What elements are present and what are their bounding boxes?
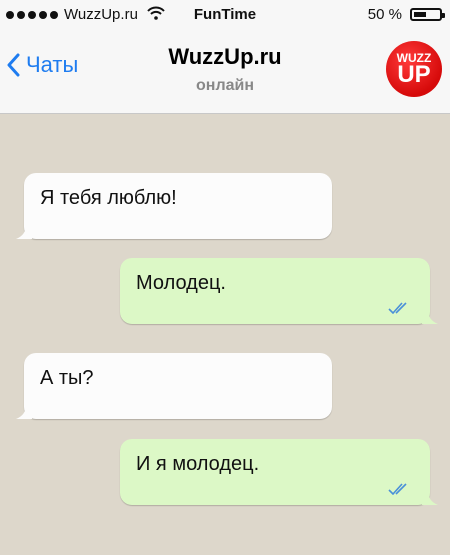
battery-percent: 50 % xyxy=(367,6,402,23)
message-text: И я молодец. xyxy=(136,453,260,475)
message-bubble-incoming[interactable]: Я тебя люблю! xyxy=(16,173,332,239)
double-check-icon xyxy=(388,302,407,314)
contact-avatar[interactable]: WUZZ UP xyxy=(386,41,442,97)
message-list[interactable]: Я тебя люблю! Молодец. А ты? И я молодец… xyxy=(0,114,450,555)
battery-icon xyxy=(410,8,445,21)
message-text: Молодец. xyxy=(136,272,226,294)
message-text: Я тебя люблю! xyxy=(40,187,177,209)
chat-header: Чаты WuzzUp.ru онлайн WUZZ UP xyxy=(0,30,450,114)
avatar-logo-bottom: UP xyxy=(397,61,431,88)
double-check-icon xyxy=(388,483,407,495)
contact-name[interactable]: WuzzUp.ru xyxy=(0,44,450,70)
contact-status: онлайн xyxy=(196,77,254,94)
message-text: А ты? xyxy=(40,367,94,389)
message-bubble-outgoing[interactable]: И я молодец. xyxy=(120,439,438,505)
message-bubble-incoming[interactable]: А ты? xyxy=(16,353,332,419)
battery-area: 50 % xyxy=(367,6,445,23)
status-bar: WuzzUp.ru FunTime 50 % xyxy=(0,0,450,30)
message-bubble-outgoing[interactable]: Молодец. xyxy=(120,258,438,324)
